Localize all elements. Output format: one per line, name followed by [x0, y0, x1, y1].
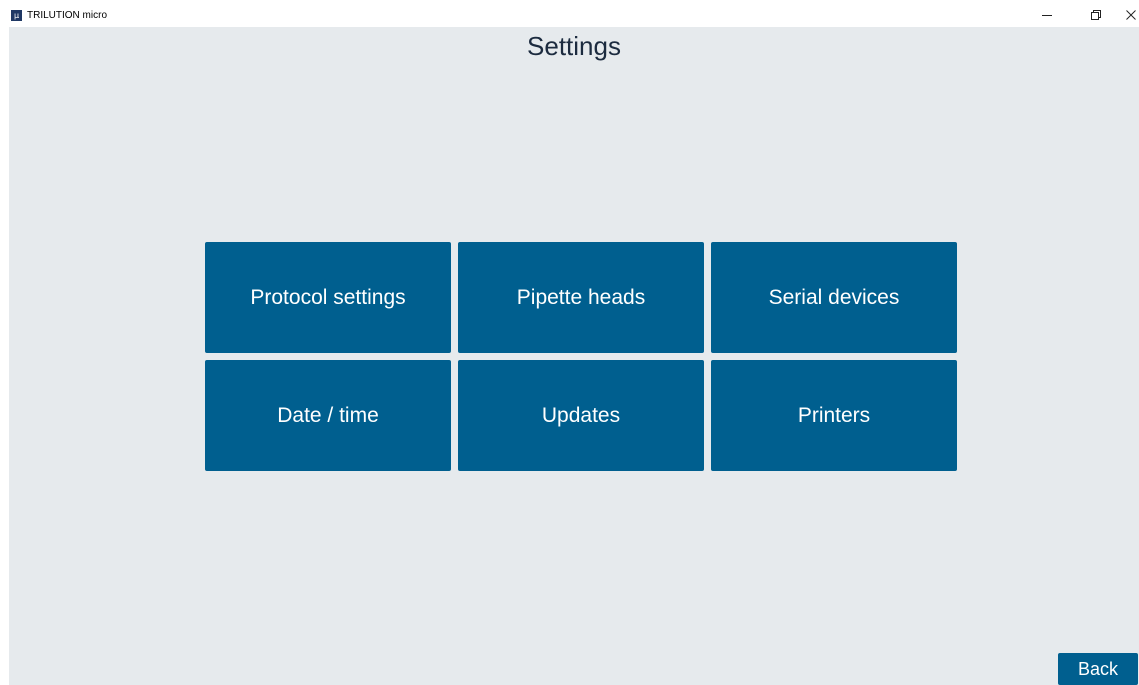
restore-button[interactable]: [1081, 6, 1111, 24]
close-icon: [1126, 10, 1136, 20]
close-window-button[interactable]: [1116, 6, 1139, 24]
minimize-icon: [1042, 15, 1052, 16]
settings-menu-grid: Protocol settings Pipette heads Serial d…: [205, 242, 957, 471]
serial-devices-button[interactable]: Serial devices: [711, 242, 957, 353]
app-logo-icon: µ: [11, 10, 22, 21]
window-titlebar: µ TRILUTION micro: [0, 0, 1139, 27]
window-title: TRILUTION micro: [27, 10, 107, 21]
updates-button[interactable]: Updates: [458, 360, 704, 471]
pipette-heads-button[interactable]: Pipette heads: [458, 242, 704, 353]
minimize-button[interactable]: [1032, 6, 1062, 24]
printers-button[interactable]: Printers: [711, 360, 957, 471]
protocol-settings-button[interactable]: Protocol settings: [205, 242, 451, 353]
settings-screen: Settings Protocol settings Pipette heads…: [9, 27, 1139, 685]
page-title: Settings: [527, 31, 621, 61]
date-time-button[interactable]: Date / time: [205, 360, 451, 471]
back-button[interactable]: Back: [1058, 653, 1138, 685]
restore-icon: [1091, 10, 1101, 20]
